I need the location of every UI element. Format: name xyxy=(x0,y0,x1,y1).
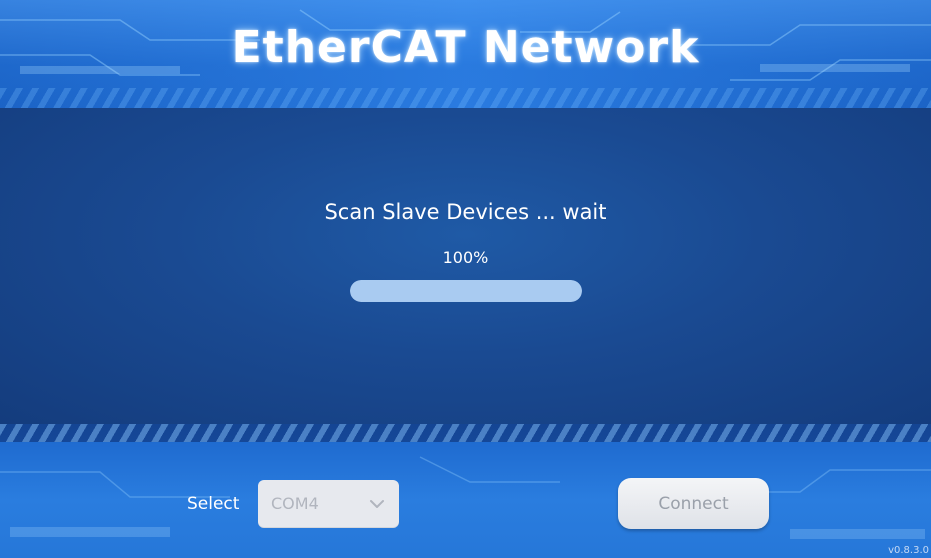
page-title: EtherCAT Network xyxy=(231,22,700,73)
chevron-down-icon xyxy=(370,500,384,508)
app-window: EtherCAT Network Scan Slave Devices ... … xyxy=(0,0,931,558)
scan-panel: Scan Slave Devices ... wait 100% xyxy=(0,108,931,424)
header-stripe-band xyxy=(0,88,931,108)
version-label: v0.8.3.0 xyxy=(888,545,929,556)
port-select-label: Select xyxy=(187,494,240,514)
footer-bar: Select COM4 Connect v0.8.3.0 xyxy=(0,442,931,558)
progress-bar-fill xyxy=(350,280,582,302)
port-select-dropdown[interactable]: COM4 xyxy=(258,480,399,528)
connect-button[interactable]: Connect xyxy=(618,478,769,529)
scan-status-text: Scan Slave Devices ... wait xyxy=(324,200,607,224)
progress-percent-label: 100% xyxy=(442,248,489,267)
footer-circuit-decoration xyxy=(0,456,931,539)
header-banner: EtherCAT Network xyxy=(0,0,931,108)
port-select-value: COM4 xyxy=(271,494,319,513)
footer-stripe-band xyxy=(0,424,931,442)
progress-bar xyxy=(350,280,582,302)
